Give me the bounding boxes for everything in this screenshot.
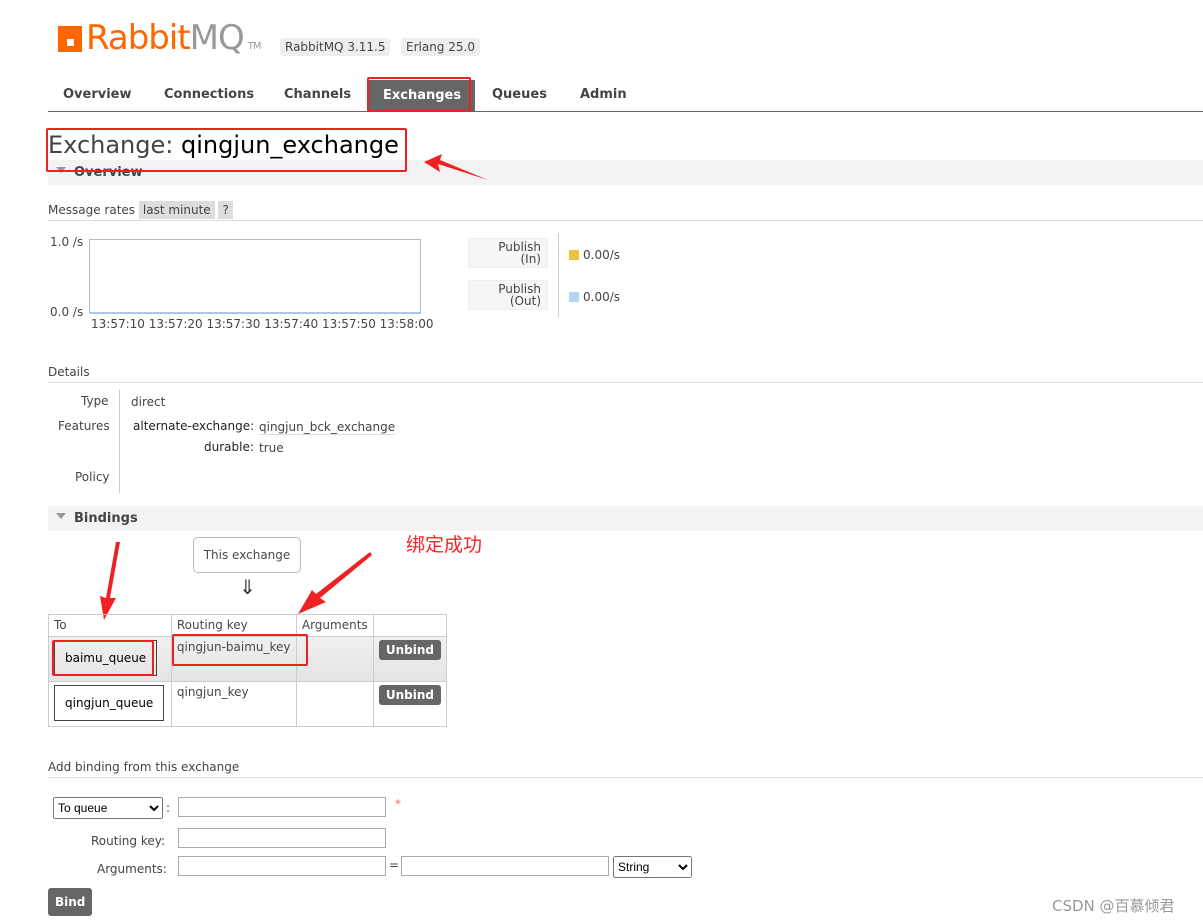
y-axis-top: 1.0 /s <box>50 235 84 249</box>
annotation-arrow <box>298 552 372 614</box>
destination-type-select[interactable]: To queue <box>53 797 163 819</box>
table-row: qingjun_queue qingjun_key Unbind <box>48 681 448 727</box>
legend-label: (Out) <box>509 294 541 308</box>
section-title: Bindings <box>74 511 138 526</box>
annotation-text: 绑定成功 <box>406 534 483 556</box>
range-selector[interactable]: last minute <box>138 201 215 219</box>
x-tick: 13:57:30 <box>206 317 261 331</box>
version-badge: RabbitMQ 3.11.5 <box>280 38 391 56</box>
collapse-triangle-icon <box>56 513 66 524</box>
logo-text: Rabbit <box>86 18 191 58</box>
main-nav: Overview Connections Channels Exchanges … <box>48 78 1203 112</box>
annotation-arrow <box>424 154 488 180</box>
rabbitmq-logo: RabbitMQ TM <box>58 18 261 58</box>
argument-type-select[interactable]: String <box>613 856 692 878</box>
message-rates-chart <box>89 239 421 314</box>
unbind-button[interactable]: Unbind <box>378 685 441 705</box>
rates-text: Message rates <box>48 203 136 217</box>
legend-value-out: 0.00/s <box>569 290 620 304</box>
type-value: direct <box>131 395 166 409</box>
tab-channels[interactable]: Channels <box>284 87 351 102</box>
logo-text-mq: MQ <box>189 18 245 58</box>
divider <box>48 220 1203 221</box>
annotation-arrow <box>100 542 120 620</box>
features-label: Features <box>58 419 110 433</box>
divider <box>558 233 559 317</box>
watermark: CSDN @百慕倾君 <box>1052 897 1175 915</box>
rate-value: 0.00/s <box>583 290 621 304</box>
y-axis-bottom: 0.0 /s <box>50 305 84 319</box>
divider <box>119 390 120 493</box>
column-header: To <box>48 614 172 637</box>
tab-overview[interactable]: Overview <box>63 87 132 102</box>
tab-queues[interactable]: Queues <box>492 87 547 102</box>
help-button[interactable]: ? <box>218 201 233 219</box>
x-tick: 13:57:10 <box>91 317 145 331</box>
annotation-box <box>172 634 308 666</box>
message-rates-label: Message rates last minute ? <box>48 201 233 219</box>
arguments-label: Arguments: <box>97 862 167 876</box>
type-label: Type <box>81 394 109 408</box>
feature-value: qingjun_bck_exchange <box>259 420 396 435</box>
swatch-icon <box>569 292 579 302</box>
bindings-section-header[interactable]: Bindings <box>48 506 1203 531</box>
divider <box>48 777 1203 778</box>
equals: = <box>389 858 400 872</box>
annotation-box <box>367 77 471 112</box>
policy-label: Policy <box>75 470 110 484</box>
x-tick: 13:58:00 <box>379 317 434 331</box>
annotation-box <box>52 640 154 676</box>
legend-publish-out: Publish (Out) <box>468 280 548 310</box>
down-arrow-icon: ⇓ <box>239 575 256 599</box>
x-tick: 13:57:20 <box>148 317 203 331</box>
colon: : <box>166 801 171 815</box>
rabbit-logo-icon <box>58 26 82 52</box>
feature-key: durable: <box>204 440 254 454</box>
legend-label: (In) <box>520 252 541 266</box>
rate-value: 0.00/s <box>583 248 621 262</box>
x-axis-ticks: 13:57:10 13:57:20 13:57:30 13:57:40 13:5… <box>91 317 434 331</box>
legend-value-in: 0.00/s <box>569 248 620 262</box>
x-tick: 13:57:50 <box>321 317 376 331</box>
add-binding-heading: Add binding from this exchange <box>48 760 240 774</box>
argument-key-input[interactable] <box>178 856 386 876</box>
annotation-box <box>46 128 407 172</box>
routing-key-cell: qingjun_key <box>170 681 297 727</box>
required-marker: * <box>395 797 401 811</box>
feature-value: true <box>259 441 284 455</box>
column-header <box>372 614 448 637</box>
this-exchange-box: This exchange <box>193 537 301 573</box>
x-tick: 13:57:40 <box>264 317 319 331</box>
column-header: Arguments <box>295 614 374 637</box>
bind-button[interactable]: Bind <box>48 888 93 916</box>
destination-input[interactable] <box>178 797 386 817</box>
routing-key-input[interactable] <box>178 828 386 848</box>
swatch-icon <box>569 250 579 260</box>
argument-value-input[interactable] <box>401 856 609 876</box>
feature-key: alternate-exchange: <box>133 419 255 433</box>
erlang-badge: Erlang 25.0 <box>401 38 480 56</box>
routing-key-label: Routing key: <box>91 834 165 848</box>
divider <box>48 382 1203 383</box>
unbind-button[interactable]: Unbind <box>378 640 441 660</box>
logo-tm: TM <box>247 41 262 52</box>
tab-connections[interactable]: Connections <box>164 87 254 102</box>
tab-admin[interactable]: Admin <box>580 87 627 102</box>
arguments-cell <box>295 681 374 727</box>
queue-link[interactable]: qingjun_queue <box>54 685 165 721</box>
legend-publish-in: Publish (In) <box>468 238 548 268</box>
details-heading: Details <box>48 365 90 379</box>
